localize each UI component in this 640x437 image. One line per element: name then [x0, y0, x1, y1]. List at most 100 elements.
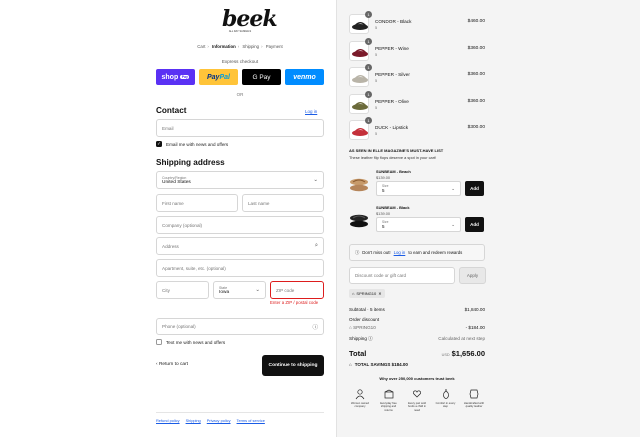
product-size: 5 — [375, 78, 378, 83]
quantity-badge: 1 — [365, 117, 372, 124]
product-name: PEPPER - Olive — [375, 98, 409, 104]
checkbox-unchecked-icon — [156, 339, 162, 345]
upsell-price: $139.00 — [376, 175, 391, 180]
last-name-field[interactable]: Last name — [242, 194, 324, 212]
city-field[interactable]: City — [156, 281, 209, 299]
apply-discount-button[interactable]: Apply — [459, 267, 486, 284]
cart-item: 1 PEPPER - Silver 5 — [349, 64, 485, 91]
first-name-field[interactable]: First name — [156, 194, 238, 212]
product-name: PEPPER - Wine — [375, 45, 409, 51]
shipping-heading: Shipping address — [156, 158, 225, 167]
shop-pay-button[interactable]: shop Pay — [156, 69, 195, 85]
breadcrumb-shipping: Shipping — [242, 44, 260, 49]
help-icon[interactable]: ⓘ — [312, 323, 318, 331]
promo-subtitle: These leather flip flops deserve a spot … — [349, 155, 437, 160]
quantity-badge: 1 — [365, 64, 372, 71]
cart-item: 1 PEPPER - Wine 5 — [349, 37, 485, 65]
shipping-row: Shipping ⓘ Calculated at next step — [349, 336, 485, 341]
footer-divider — [156, 412, 324, 413]
breadcrumb: Cart › Information › Shipping › Payment — [197, 44, 283, 49]
apartment-field[interactable]: Apartment, suite, etc. (optional) — [156, 259, 324, 277]
address-field[interactable]: Address ⌕ — [156, 237, 324, 255]
quantity-badge: 1 — [365, 90, 372, 98]
footprint-icon — [442, 389, 449, 399]
product-price: $360.00 — [467, 98, 485, 104]
state-select[interactable]: State Iowa ⌄ — [213, 281, 266, 299]
phone-field[interactable]: Phone (optional) ⓘ — [156, 318, 324, 335]
discount-code-field[interactable]: Discount code or gift card — [349, 267, 455, 284]
trust-badge: Women owned company — [349, 388, 371, 412]
login-link[interactable]: Log in — [305, 109, 317, 114]
trust-badge: Comfort in every step — [435, 388, 457, 412]
email-field[interactable]: Email — [156, 119, 324, 137]
product-size: 5 — [375, 131, 378, 136]
product-name: CONDOR - Black — [375, 19, 412, 24]
text-news-checkbox[interactable]: Text me with news and offers — [156, 339, 225, 345]
upsell-size-select[interactable]: Size 5 ⌄ — [376, 217, 461, 232]
breadcrumb-cart[interactable]: Cart — [197, 44, 205, 49]
refund-policy-link[interactable]: Refund policy — [156, 418, 180, 423]
upsell-name: SUNBEAM - Black — [376, 205, 410, 210]
add-upsell-button[interactable]: Add — [465, 181, 484, 196]
trust-badges: Women owned company Everyday free shippi… — [349, 388, 485, 412]
search-icon: ⌕ — [314, 242, 318, 249]
return-to-cart-link[interactable]: ‹ Return to cart — [156, 362, 188, 367]
continue-to-shipping-button[interactable]: Continue to shipping — [262, 355, 324, 376]
product-size: 5 — [375, 51, 378, 57]
trust-badge: Everyday free shipping and returns — [378, 388, 400, 412]
sandal-image — [349, 177, 369, 193]
breadcrumb-information: Information — [212, 44, 236, 49]
chevron-down-icon: ⌄ — [451, 186, 455, 191]
zip-error-message: Enter a ZIP / postal code — [270, 300, 319, 305]
upsell-size-select[interactable]: Size 5 ⌄ — [376, 181, 461, 196]
cart-item: 1 PEPPER - Olive 5 — [349, 90, 485, 118]
shipping-policy-link[interactable]: Shipping — [186, 418, 201, 423]
beek-logo[interactable]: beek ALL DAY SANDALS — [222, 6, 278, 38]
cart-item: 1 CONDOR - Black 5 — [349, 11, 485, 38]
terms-of-service-link[interactable]: Terms of service — [237, 418, 265, 423]
promo-heading: AS SEEN IN ELLE MAGAZINE'S MUST-HAVE LIS… — [349, 148, 444, 153]
product-size: 5 — [375, 25, 378, 30]
product-name: PEPPER - Silver — [375, 72, 410, 77]
express-checkout-buttons: shop Pay Pay Pal G Pay venmo — [156, 69, 324, 85]
upsell-item: SUNBEAM - Black $139.00 Size 5 ⌄ Add — [349, 205, 485, 237]
leather-hide-icon — [469, 389, 479, 399]
rewards-banner: ⓘ Don't miss out! Log in to earn and red… — [349, 244, 485, 261]
trust-badge: Every pair sold funds a child in need — [406, 388, 428, 412]
upsell-name: SUNBEAM - Beach — [376, 169, 411, 174]
total-row: Total USD $1,656.00 — [349, 349, 485, 358]
product-size: 5 — [375, 104, 378, 110]
help-icon[interactable]: ⓘ — [368, 336, 373, 341]
discount-chip: ⌂ SPRING10 ✕ — [349, 289, 385, 298]
remove-discount-icon[interactable]: ✕ — [378, 291, 381, 296]
product-price: $360.00 — [467, 72, 485, 77]
chevron-down-icon: ⌄ — [313, 177, 318, 183]
privacy-policy-link[interactable]: Privacy policy — [207, 418, 231, 423]
info-icon: ⓘ — [355, 249, 360, 255]
company-field[interactable]: Company (optional) — [156, 216, 324, 234]
product-price: $360.00 — [467, 45, 485, 51]
order-discount-row: Order discount — [349, 317, 380, 322]
contact-heading: Contact — [156, 106, 187, 115]
logo-text: beek — [222, 6, 278, 32]
tag-icon: ⌂ — [352, 291, 355, 296]
upsell-price: $139.00 — [376, 211, 391, 216]
trust-heading: Why over 250,000 customers trust beek — [379, 376, 455, 381]
chevron-down-icon: ⌄ — [451, 222, 455, 227]
breadcrumb-payment: Payment — [265, 44, 283, 49]
express-checkout-label: Express checkout — [221, 59, 259, 64]
product-name: DUCK - Lipstick — [375, 125, 409, 130]
email-news-checkbox[interactable]: ✓ Email me with news and offers — [156, 141, 228, 147]
venmo-button[interactable]: venmo — [285, 69, 324, 85]
google-pay-button[interactable]: G Pay — [242, 69, 281, 85]
country-select[interactable]: Country/Region United States ⌄ — [156, 171, 324, 189]
rewards-login-link[interactable]: Log in — [394, 250, 406, 255]
zip-field[interactable]: ZIP code — [270, 281, 324, 299]
cart-item: 1 DUCK - Lipstick 5 — [349, 117, 485, 144]
subtotal-row: Subtotal · 5 items $1,840.00 — [349, 307, 485, 312]
checkout-form-panel: beek ALL DAY SANDALS Cart › Information › … — [0, 0, 336, 437]
trust-badge: Handcrafted with quality leather — [463, 388, 485, 412]
paypal-button[interactable]: Pay Pal — [199, 69, 238, 85]
add-upsell-button[interactable]: Add — [465, 217, 484, 232]
heart-hands-icon — [413, 390, 421, 398]
